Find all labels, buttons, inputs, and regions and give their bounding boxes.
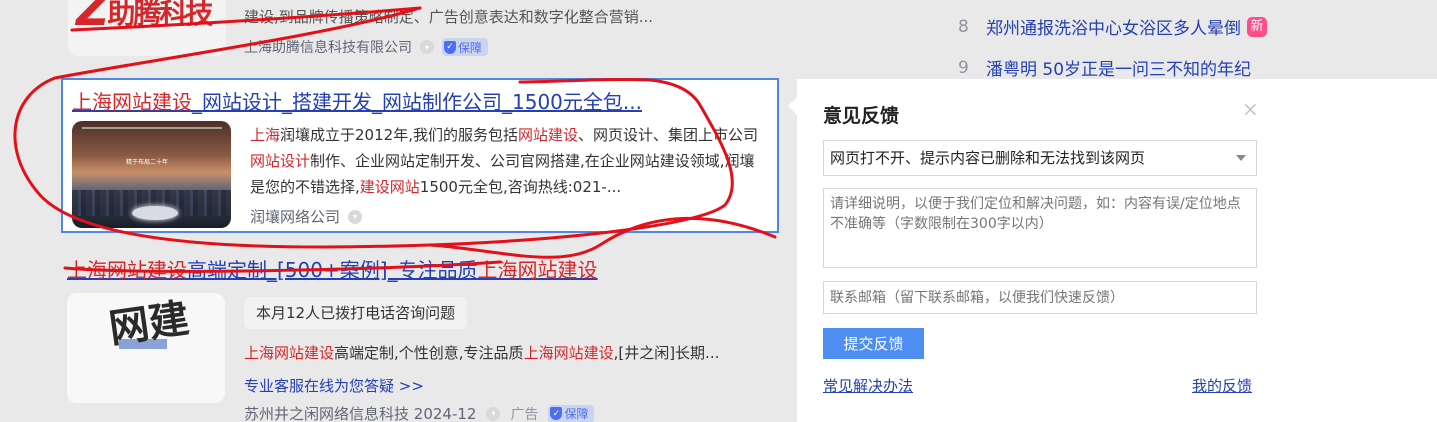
new-badge: 新 — [1247, 16, 1267, 37]
chevron-down-icon[interactable]: ▾ — [348, 209, 363, 224]
feedback-detail-textarea[interactable] — [823, 188, 1257, 268]
customer-service-link[interactable]: 专业客服在线为您答疑 >> — [244, 375, 424, 396]
result2-source: 润壤网络公司 ▾ — [250, 206, 363, 227]
keyword-highlight: 网站设计 — [250, 152, 311, 170]
submit-feedback-button[interactable]: 提交反馈 — [823, 328, 924, 359]
result2-source-name[interactable]: 润壤网络公司 — [250, 206, 340, 227]
chevron-down-icon[interactable]: ▾ — [420, 40, 434, 54]
result2-title-highlight: 上海网站建设 — [72, 90, 192, 114]
description-text: 、网页设计、集团上市公司 — [577, 126, 758, 144]
description-text: 润壤成立于2012年,我们的服务包括 — [280, 126, 518, 144]
result1-thumbnail[interactable]: Z助腾科技 — [68, 0, 226, 56]
result2-thumbnail[interactable]: 精于布局二十年 — [72, 121, 231, 228]
close-icon[interactable]: × — [1242, 97, 1259, 121]
result1-source-name[interactable]: 上海助腾信息科技有限公司 — [244, 37, 412, 57]
chevron-down-icon[interactable]: ▾ — [486, 406, 501, 421]
guard-badge[interactable]: ✓ 保障 — [442, 38, 489, 56]
contact-email-input[interactable] — [823, 281, 1257, 314]
shield-icon: ✓ — [444, 40, 456, 54]
faq-link[interactable]: 常见解决办法 — [823, 375, 913, 396]
result1-source: 上海助腾信息科技有限公司 ▾ ✓ 保障 — [244, 37, 489, 57]
result3-source: 苏州井之闲网络信息科技 2024-12 ▾ 广告 ✓ 保障 — [244, 403, 595, 422]
feedback-type-select[interactable]: 网页打不开、提示内容已删除和无法找到该网页 — [823, 140, 1257, 176]
shield-icon: ✓ — [550, 407, 563, 420]
guard-label: 保障 — [564, 407, 589, 421]
description-text: 1500元全包,咨询热线:021-... — [419, 178, 622, 196]
guard-label: 保障 — [458, 40, 483, 55]
result3-title-highlight-b: 上海网站建设 — [477, 258, 598, 282]
result2-title[interactable]: 上海网站建设_网站设计_搭建开发_网站制作公司_1500元全包... — [72, 86, 642, 115]
result3-title-highlight-a: 上海网站建设 — [67, 258, 187, 282]
zhuteng-logo: Z助腾科技 — [76, 0, 213, 36]
feedback-title: 意见反馈 — [823, 105, 900, 127]
result3-title-middle: 高端定制_[500+案例]_专注品质 — [187, 258, 478, 282]
feedback-type-value: 网页打不开、提示内容已删除和无法找到该网页 — [830, 149, 1146, 167]
result3-desc-hl-c: 上海网站建设 — [523, 344, 614, 362]
result3-description: 上海网站建设高端定制,个性创意,专注品质上海网站建设,[井之闲]长期... — [244, 342, 719, 363]
caret-down-icon — [1236, 155, 1246, 161]
feedback-dialog: 意见反馈 × 网页打不开、提示内容已删除和无法找到该网页 提交反馈 常见解决办法… — [788, 79, 1437, 422]
result2-title-rest: _网站设计_搭建开发_网站制作公司_1500元全包... — [192, 90, 642, 114]
result3-source-name[interactable]: 苏州井之闲网络信息科技 2024-12 — [244, 403, 476, 422]
result3-desc-hl-a: 上海网站建设 — [244, 344, 335, 362]
guard-badge[interactable]: ✓ 保障 — [548, 404, 595, 422]
ad-label: 广告 — [510, 406, 539, 422]
keyword-highlight: 建设网站 — [359, 178, 420, 196]
thumbnail-nav-line — [82, 127, 222, 129]
stadium-shape — [132, 206, 178, 220]
thumbnail-slogan: 精于布局二十年 — [126, 159, 169, 166]
wangjian-logo: 网建 — [106, 294, 192, 353]
hot-rank: 8 — [958, 16, 969, 37]
result3-thumbnail[interactable]: 网建 — [67, 293, 225, 403]
keyword-highlight: 网站建设 — [517, 126, 578, 144]
result3-desc-b: 高端定制,个性创意,专注品质 — [334, 344, 524, 362]
my-feedback-link[interactable]: 我的反馈 — [1192, 375, 1252, 396]
keyword-highlight: 上海 — [250, 126, 281, 144]
hot-title: 潘粤明 50岁正是一问三不知的年纪 — [986, 60, 1252, 80]
hot-list-item[interactable]: 9 潘粤明 50岁正是一问三不知的年纪 — [958, 55, 1252, 81]
result3-desc-d: ,[井之闲]长期... — [613, 344, 720, 362]
result1-description: 建设,到品牌传播策略制定、广告创意表达和数字化整合营销... — [244, 8, 654, 26]
hot-rank: 9 — [958, 57, 969, 78]
result3-title[interactable]: 上海网站建设高端定制_[500+案例]_专注品质上海网站建设 — [67, 254, 598, 283]
logo-mark: Z — [76, 0, 109, 36]
hot-title: 郑州通报洗浴中心女浴区多人晕倒 — [986, 19, 1241, 39]
result2-description: 上海润壤成立于2012年,我们的服务包括网站建设、网页设计、集团上市公司网站设计… — [250, 122, 765, 200]
hot-list-item[interactable]: 8 郑州通报洗浴中心女浴区多人晕倒 新 — [958, 14, 1267, 39]
call-count-pill: 本月12人已拨打电话咨询问题 — [244, 297, 468, 329]
dialog-pointer — [788, 97, 797, 115]
result2-card: 上海网站建设_网站设计_搭建开发_网站制作公司_1500元全包... 精于布局二… — [61, 78, 779, 233]
logo-text: 助腾科技 — [107, 0, 213, 30]
